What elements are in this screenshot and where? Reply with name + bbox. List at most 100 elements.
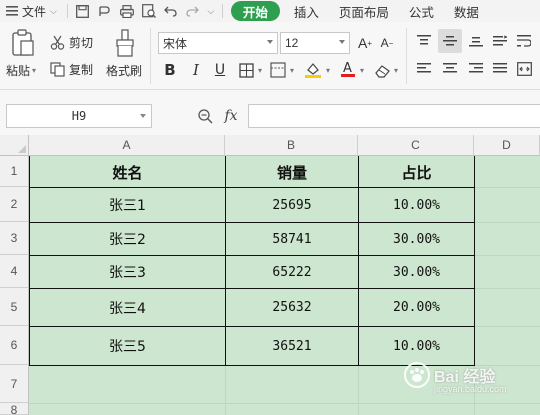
spreadsheet-grid[interactable]: A B C D 1 2 3 4 5 6 7 8 姓名 销量 占比 张三1 256… (0, 135, 540, 415)
row-header-5[interactable]: 5 (0, 288, 29, 326)
column-header-b[interactable]: B (225, 135, 358, 156)
fx-label: fx (224, 108, 238, 124)
copy-label: 复制 (69, 62, 94, 77)
align-right-icon[interactable] (466, 59, 486, 79)
align-left-icon[interactable] (414, 59, 434, 79)
font-color-icon[interactable]: A (338, 58, 358, 80)
tab-insert[interactable]: 插入 (284, 0, 329, 22)
table-cell-name[interactable]: 张三3 (30, 256, 225, 288)
table-cell-name[interactable]: 张三5 (30, 327, 225, 365)
select-all-corner[interactable] (0, 135, 29, 156)
table-cell-sales[interactable]: 58741 (226, 223, 358, 255)
chevron-down-icon: ⌵ (50, 5, 57, 16)
file-menu[interactable]: 文件 ⌵ (0, 0, 63, 22)
header-cell-name[interactable]: 姓名 (30, 157, 225, 187)
print-preview-icon[interactable] (138, 0, 160, 22)
table-cell-share[interactable]: 20.00% (359, 289, 474, 326)
gridline (29, 403, 540, 404)
gridline (358, 365, 359, 415)
paste-icon[interactable] (8, 28, 38, 58)
print-icon[interactable] (116, 0, 138, 22)
column-header-d[interactable]: D (474, 135, 540, 156)
chevron-down-icon (267, 40, 273, 44)
insert-function-button[interactable]: fx (220, 106, 242, 126)
font-size-select[interactable]: 12 (280, 32, 350, 54)
tab-home[interactable]: 开始 (230, 1, 280, 21)
chevron-down-icon[interactable]: ▾ (288, 60, 296, 80)
cell-reference: H9 (71, 109, 87, 123)
tab-page-layout[interactable]: 页面布局 (329, 0, 399, 22)
table-cell-sales[interactable]: 36521 (226, 327, 358, 365)
font-family-select[interactable]: 宋体 (158, 32, 278, 54)
row-header-2[interactable]: 2 (0, 187, 29, 222)
align-bottom-icon[interactable] (466, 31, 486, 51)
table-cell-share[interactable]: 30.00% (359, 223, 474, 255)
hamburger-icon (6, 6, 18, 16)
wrap-text-icon[interactable] (514, 31, 534, 51)
copy-button[interactable]: 复制 (50, 60, 93, 78)
column-header-a[interactable]: A (29, 135, 225, 156)
divider (66, 4, 68, 18)
row-header-1[interactable]: 1 (0, 156, 29, 187)
name-box[interactable]: H9 (6, 104, 152, 128)
chevron-down-icon[interactable]: ⌵ (204, 0, 218, 22)
formula-bar: H9 fx (0, 90, 540, 140)
chevron-down-icon[interactable]: ▾ (324, 60, 332, 80)
decrease-font-size-icon[interactable]: A − (378, 32, 396, 54)
save-icon[interactable] (72, 0, 94, 22)
redo-icon[interactable] (182, 0, 204, 22)
divider (221, 4, 223, 18)
row-header-6[interactable]: 6 (0, 326, 29, 365)
align-middle-icon[interactable] (438, 29, 462, 53)
chevron-down-icon[interactable]: ▾ (358, 60, 366, 80)
chevron-down-icon[interactable]: ▾ (256, 60, 264, 80)
text-direction-icon[interactable] (490, 31, 510, 51)
underline-icon[interactable]: U (210, 59, 230, 81)
italic-icon[interactable]: I (186, 59, 206, 81)
menu-bar: 文件 ⌵ ⌵ 开始 插入 页面布局 公式 数据 (0, 0, 540, 22)
fill-color-icon[interactable] (302, 59, 324, 81)
format-painter-label: 格式刷 (106, 63, 143, 78)
paste-label: 粘贴 (6, 63, 31, 78)
undo-history-icon[interactable] (94, 0, 116, 22)
formula-input[interactable] (248, 104, 540, 128)
chevron-down-icon[interactable]: ▾ (392, 60, 400, 80)
divider (150, 28, 151, 84)
font-family-value: 宋体 (163, 36, 188, 51)
row-header-7[interactable]: 7 (0, 365, 29, 403)
scissors-icon (50, 35, 65, 50)
paste-button[interactable]: 粘贴 ▾ (6, 62, 36, 78)
undo-icon[interactable] (160, 0, 182, 22)
column-header-c[interactable]: C (358, 135, 474, 156)
align-top-icon[interactable] (414, 31, 434, 51)
table-cell-name[interactable]: 张三4 (30, 289, 225, 326)
row-header-3[interactable]: 3 (0, 222, 29, 255)
header-cell-sales[interactable]: 销量 (226, 157, 358, 187)
bold-icon[interactable]: B (160, 59, 180, 81)
format-painter-button[interactable]: 格式刷 (106, 62, 142, 78)
format-painter-icon[interactable] (110, 28, 140, 58)
zoom-search-icon[interactable] (196, 106, 214, 126)
row-header-8[interactable]: 8 (0, 403, 29, 415)
tab-data[interactable]: 数据 (444, 0, 489, 22)
table-cell-share[interactable]: 10.00% (359, 327, 474, 365)
row-header-4[interactable]: 4 (0, 255, 29, 288)
increase-font-size-icon[interactable]: A + (356, 32, 374, 54)
clear-format-eraser-icon[interactable] (372, 60, 392, 80)
merge-center-icon[interactable] (514, 59, 534, 79)
table-cell-share[interactable]: 30.00% (359, 256, 474, 288)
table-cell-sales[interactable]: 65222 (226, 256, 358, 288)
cut-button[interactable]: 剪切 (50, 33, 93, 51)
table-cell-share[interactable]: 10.00% (359, 188, 474, 222)
cell-style-icon[interactable] (268, 60, 288, 80)
align-center-icon[interactable] (440, 59, 460, 79)
tab-formulas[interactable]: 公式 (399, 0, 444, 22)
table-cell-sales[interactable]: 25695 (226, 188, 358, 222)
table-cell-name[interactable]: 张三2 (30, 223, 225, 255)
borders-icon[interactable] (236, 60, 256, 80)
justify-icon[interactable] (490, 59, 510, 79)
cut-label: 剪切 (69, 35, 94, 50)
table-cell-name[interactable]: 张三1 (30, 188, 225, 222)
table-cell-sales[interactable]: 25632 (226, 289, 358, 326)
header-cell-share[interactable]: 占比 (359, 157, 474, 187)
